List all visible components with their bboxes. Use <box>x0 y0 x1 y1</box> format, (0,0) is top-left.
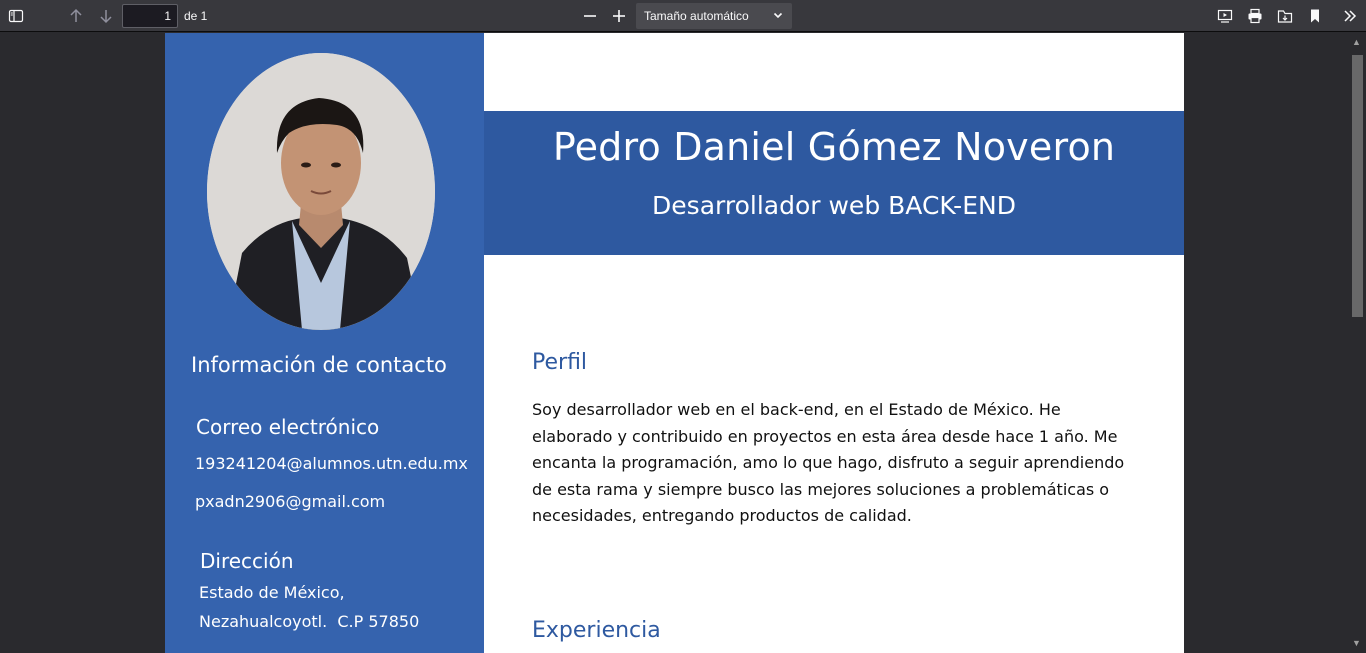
cv-name: Pedro Daniel Gómez Noveron <box>552 125 1116 169</box>
address-heading: Dirección <box>200 549 294 573</box>
scroll-up-icon[interactable]: ▲ <box>1352 37 1361 47</box>
vertical-scrollbar[interactable]: ▲ ▼ <box>1349 33 1366 653</box>
next-page-button[interactable] <box>94 4 118 28</box>
presentation-icon <box>1217 9 1233 23</box>
plus-icon <box>613 10 625 22</box>
print-icon <box>1248 8 1262 24</box>
save-icon <box>1277 10 1293 23</box>
bookmark-button[interactable] <box>1303 4 1327 28</box>
cv-sidebar: Información de contacto Correo electróni… <box>165 33 484 653</box>
more-tools-button[interactable] <box>1338 4 1362 28</box>
email-2: pxadn2906@gmail.com <box>195 492 386 511</box>
email-1: 193241204@alumnos.utn.edu.mx <box>195 454 468 473</box>
profile-heading: Perfil <box>532 350 588 375</box>
contact-heading: Información de contacto <box>191 353 447 377</box>
print-button[interactable] <box>1243 4 1267 28</box>
address-line-2: Nezahualcoyotl. C.P 57850 <box>199 612 420 631</box>
save-button[interactable] <box>1273 4 1297 28</box>
zoom-out-button[interactable] <box>578 4 602 28</box>
sidebar-icon <box>8 9 24 23</box>
double-chevron-right-icon <box>1344 10 1357 22</box>
email-heading: Correo electrónico <box>196 415 380 439</box>
zoom-in-button[interactable] <box>607 4 631 28</box>
address-line-1: Estado de México, <box>199 583 345 602</box>
chevron-down-icon <box>772 9 784 24</box>
name-banner: Pedro Daniel Gómez Noveron Desarrollador… <box>484 111 1184 255</box>
presentation-mode-button[interactable] <box>1213 4 1237 28</box>
sidebar-toggle-button[interactable] <box>4 4 28 28</box>
cv-role: Desarrollador web BACK-END <box>652 191 1016 220</box>
pdf-page: Información de contacto Correo electróni… <box>165 33 1184 653</box>
arrow-down-icon <box>100 10 112 24</box>
page-count-label: de 1 <box>184 9 208 23</box>
scroll-down-icon[interactable]: ▼ <box>1352 638 1361 648</box>
pdf-toolbar: de 1 Tamaño automático <box>0 0 1366 32</box>
page-number-input[interactable] <box>122 4 178 28</box>
previous-page-button[interactable] <box>64 4 88 28</box>
scroll-thumb[interactable] <box>1352 55 1363 317</box>
profile-text: Soy desarrollador web en el back-end, en… <box>532 400 1125 525</box>
experience-heading: Experiencia <box>532 618 661 643</box>
minus-icon <box>584 15 596 17</box>
profile-photo <box>207 53 435 330</box>
bookmark-icon <box>1311 9 1319 23</box>
zoom-select[interactable]: Tamaño automático <box>636 3 792 29</box>
zoom-select-value: Tamaño automático <box>644 9 749 23</box>
arrow-up-icon <box>70 8 82 22</box>
